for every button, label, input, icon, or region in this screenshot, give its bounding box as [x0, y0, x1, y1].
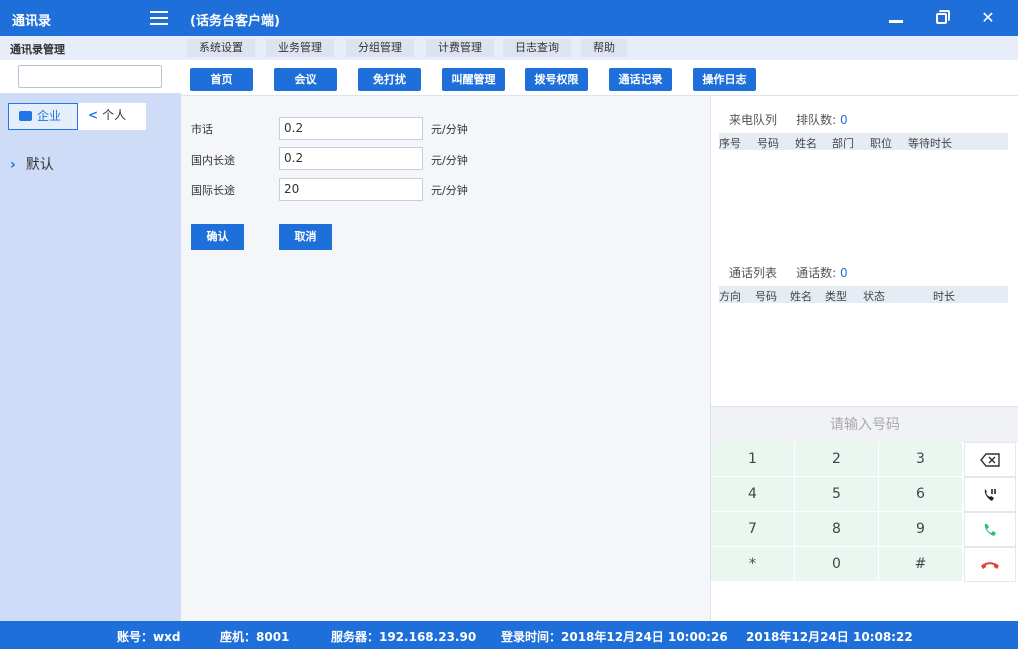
dial-key-hash[interactable]: #: [879, 547, 963, 582]
calls-table-header: 方向 号码 姓名 类型 状态 时长: [719, 286, 1008, 303]
dial-key-7[interactable]: 7: [711, 512, 795, 547]
hamburger-menu-icon[interactable]: [150, 11, 168, 25]
domestic-rate-input[interactable]: 0.2: [279, 147, 423, 170]
toolbar: 首页 会议 免打扰 叫醒管理 拨号权限 通话记录 操作日志: [181, 60, 1018, 96]
local-rate-input[interactable]: 0.2: [279, 117, 423, 140]
server-status: 服务器：192.168.23.90: [331, 630, 477, 644]
dial-key-9[interactable]: 9: [879, 512, 963, 547]
tab-company[interactable]: 企业: [8, 103, 78, 130]
dial-key-4[interactable]: 4: [711, 477, 795, 512]
calls-count: 0: [839, 266, 848, 280]
confirm-button[interactable]: 确认: [191, 224, 244, 250]
tab-personal[interactable]: < 个人: [78, 103, 146, 130]
dial-key-2[interactable]: 2: [795, 442, 879, 477]
dial-permission-button[interactable]: 拨号权限: [525, 68, 588, 91]
title-bar: 通讯录 (话务台客户端) ✕: [0, 0, 1018, 36]
close-button[interactable]: ✕: [976, 6, 1000, 30]
main-menu-bar: 系统设置 业务管理 分组管理 计费管理 日志查询 帮助: [181, 36, 1018, 60]
local-rate-unit: 元/分钟: [431, 123, 468, 136]
phone-transfer-icon: [984, 489, 996, 501]
maximize-button[interactable]: [930, 6, 954, 30]
menu-logs[interactable]: 日志查询: [503, 39, 571, 57]
do-not-disturb-button[interactable]: 免打扰: [358, 68, 421, 91]
menu-billing[interactable]: 计费管理: [426, 39, 494, 57]
login-time: 登录时间：2018年12月24日 10:00:26: [501, 630, 728, 644]
call-button[interactable]: [964, 512, 1016, 547]
domestic-rate-label: 国内长途: [191, 154, 235, 167]
wake-up-button[interactable]: 叫醒管理: [442, 68, 505, 91]
local-rate-label: 市话: [191, 123, 213, 136]
restore-icon: [936, 13, 947, 24]
app-title: 通讯录: [12, 14, 52, 29]
dial-key-3[interactable]: 3: [879, 442, 963, 477]
dial-key-star[interactable]: *: [711, 547, 795, 582]
backspace-icon: [980, 453, 1000, 467]
minimize-icon: [889, 20, 903, 23]
domestic-rate-unit: 元/分钟: [431, 154, 468, 167]
operation-log-button[interactable]: 操作日志: [693, 68, 756, 91]
international-rate-unit: 元/分钟: [431, 184, 468, 197]
calls-header: 通话列表 通话数: 0: [729, 266, 848, 280]
transfer-button[interactable]: [964, 477, 1016, 512]
menu-help[interactable]: 帮助: [581, 39, 627, 57]
current-time: 2018年12月24日 10:08:22: [746, 630, 913, 644]
contacts-sidebar: 通讯录管理 企业 < 个人 › 默认: [0, 36, 181, 621]
sidebar-header: 通讯录管理: [0, 36, 181, 60]
extension-status: 座机：8001: [220, 630, 290, 644]
status-bar: 账号：wxd 座机：8001 服务器：192.168.23.90 登录时间：20…: [0, 621, 1018, 649]
cancel-button[interactable]: 取消: [279, 224, 332, 250]
search-row: [0, 60, 181, 93]
minimize-button[interactable]: [884, 6, 908, 30]
phone-hangup-icon: [981, 562, 999, 569]
phone-call-icon: [984, 524, 996, 536]
queue-table-header: 序号 号码 姓名 部门 职位 等待时长: [719, 133, 1008, 150]
international-rate-label: 国际长途: [191, 184, 235, 197]
phone-number-input[interactable]: 请输入号码: [711, 406, 1018, 442]
queue-count: 0: [839, 113, 848, 127]
backspace-button[interactable]: [964, 442, 1016, 477]
contact-search-input[interactable]: [18, 65, 162, 88]
account-status: 账号：wxd: [117, 630, 181, 644]
chevron-right-icon: ›: [10, 157, 16, 173]
dial-key-1[interactable]: 1: [711, 442, 795, 477]
international-rate-input[interactable]: 20: [279, 178, 423, 201]
call-panel: 来电队列 排队数: 0 序号 号码 姓名 部门 职位 等待时长 通话列表 通话数…: [710, 96, 1018, 621]
billing-form: 市话 0.2 元/分钟 国内长途 0.2 元/分钟 国际长途 20 元/分钟 确…: [181, 96, 710, 621]
dial-key-6[interactable]: 6: [879, 477, 963, 512]
dial-key-0[interactable]: 0: [795, 547, 879, 582]
tree-item-default[interactable]: › 默认: [10, 154, 54, 174]
dial-key-8[interactable]: 8: [795, 512, 879, 547]
home-button[interactable]: 首页: [190, 68, 253, 91]
conference-button[interactable]: 会议: [274, 68, 337, 91]
call-records-button[interactable]: 通话记录: [609, 68, 672, 91]
dial-key-5[interactable]: 5: [795, 477, 879, 512]
queue-header: 来电队列 排队数: 0: [729, 113, 848, 127]
menu-system-settings[interactable]: 系统设置: [187, 39, 255, 57]
hangup-button[interactable]: [964, 547, 1016, 582]
close-icon: ✕: [981, 8, 995, 27]
menu-groups[interactable]: 分组管理: [346, 39, 414, 57]
share-icon: <: [88, 108, 99, 122]
client-title: (话务台客户端): [190, 14, 280, 29]
menu-business[interactable]: 业务管理: [266, 39, 334, 57]
company-icon: [19, 111, 32, 121]
